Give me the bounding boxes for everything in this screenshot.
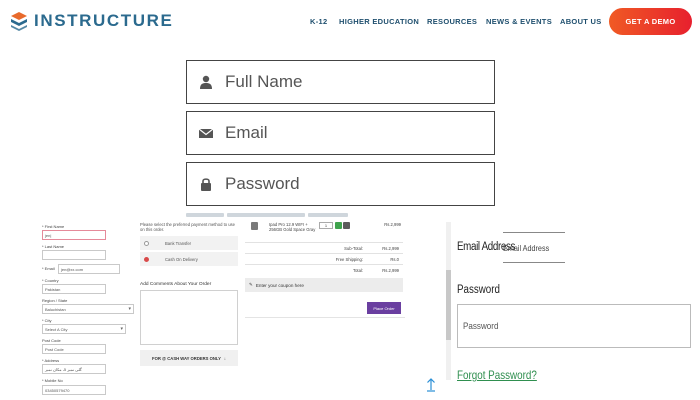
payment-option-cod[interactable]: Cash On Delivery (140, 252, 238, 266)
first-name-input[interactable]: jen| (42, 230, 106, 240)
address-input[interactable]: گلی نمبر 5، مکان نمبر (42, 364, 106, 374)
country-label: * Country (42, 278, 59, 283)
shipping-value: Rs.0 (390, 257, 399, 262)
order-summary: Ipad Pro 12.9 WIFI + 256GB Gold Space Gr… (245, 220, 407, 330)
scrollbar-thumb[interactable] (446, 270, 451, 340)
strip-segment (308, 213, 348, 217)
password-field[interactable]: Password (186, 162, 495, 206)
last-name-input[interactable] (42, 250, 106, 260)
lock-icon (187, 177, 225, 191)
region-select[interactable]: Baluchistan (42, 304, 134, 314)
shipping-label: Free Shipping: (335, 257, 363, 262)
password-placeholder: Password (225, 174, 300, 193)
post-code-input[interactable]: Post Code (42, 344, 106, 354)
email-underline (503, 262, 565, 263)
nav-higher-education[interactable]: HIGHER EDUCATION (339, 17, 419, 26)
product-price: Rs.2,999 (384, 222, 401, 227)
nav-k12[interactable]: K-12 (310, 17, 327, 26)
last-name-label: * Last Name (42, 244, 65, 249)
strip-segment (227, 213, 305, 217)
mobile-label: * Mobile No (42, 378, 63, 383)
checkout-address-form: * First Name jen| * Last Name * Email je… (40, 220, 135, 400)
summary-row-total: Total: Rs.2,999 (245, 264, 403, 275)
cod-banner: FOR @ CASH WAY ORDERS ONLY ↓ (140, 350, 238, 366)
radio-bank-transfer[interactable] (144, 240, 149, 246)
instructure-logo-icon (11, 12, 27, 31)
radio-cash-on-delivery[interactable] (144, 256, 149, 262)
quantity-input[interactable]: 1 (319, 222, 333, 229)
payment-method-panel: Please select the preferred payment meth… (137, 220, 243, 380)
email-field[interactable]: Email (186, 111, 495, 155)
product-name[interactable]: Ipad Pro 12.9 WIFI + 256GB Gold Space Gr… (269, 222, 319, 232)
address-label: * Address (42, 358, 60, 363)
comments-label: Add Comments About Your Order (140, 282, 212, 287)
summary-row-subtotal: Sub-Total: Rs.2,999 (245, 242, 403, 253)
nav-news-events[interactable]: NEWS & EVENTS (486, 17, 552, 26)
password-input-placeholder: Password (463, 320, 499, 332)
divider (503, 232, 565, 233)
payment-option-bank-transfer[interactable]: Bank Transfer (140, 236, 238, 250)
city-label: * City (42, 318, 52, 323)
mobile-input[interactable]: 03450579470 (42, 385, 106, 395)
coupon-label: Enter your coupon here (255, 282, 304, 288)
password-label: Password (457, 284, 500, 296)
get-a-demo-button[interactable]: GET A DEMO (609, 8, 692, 35)
comments-textarea[interactable] (140, 290, 238, 345)
country-select[interactable]: Pakistan (42, 284, 106, 294)
total-label: Total: (352, 268, 363, 273)
cod-label: Cash On Delivery (165, 256, 198, 262)
forgot-password-link[interactable]: Forgot Password? (457, 368, 537, 382)
envelope-icon (187, 126, 225, 140)
user-icon (187, 75, 225, 89)
summary-row-shipping: Free Shipping: Rs.0 (245, 253, 403, 264)
full-name-placeholder: Full Name (225, 72, 303, 91)
region-label: Region / State (42, 298, 68, 303)
cod-banner-text: FOR @ CASH WAY ORDERS ONLY (152, 355, 221, 361)
nav-resources[interactable]: RESOURCES (427, 17, 477, 26)
full-name-field[interactable]: Full Name (186, 60, 495, 104)
scrollbar-track[interactable] (446, 222, 451, 380)
remove-item-button[interactable] (343, 222, 350, 229)
strip-segment (186, 213, 224, 217)
site-header: INSTRUCTURE K-12 HIGHER EDUCATION RESOUR… (0, 0, 700, 44)
divider (245, 317, 405, 318)
coupon-toggle[interactable]: ✎ Enter your coupon here (245, 278, 403, 292)
payment-note: Please select the preferred payment meth… (140, 222, 235, 232)
login-form: Email Address Email Address Password Pas… (453, 222, 700, 400)
first-name-label: * First Name (42, 224, 65, 229)
up-arrow-icon[interactable] (425, 378, 437, 392)
email-placeholder: Email (225, 123, 268, 142)
city-select[interactable]: Select A City (42, 324, 126, 334)
nav-about-us[interactable]: ABOUT US (560, 17, 602, 26)
email-label: * Email (42, 266, 55, 271)
bank-transfer-label: Bank Transfer (165, 240, 192, 246)
post-code-label: Post Code (42, 338, 61, 343)
tag-icon: ✎ (249, 282, 253, 287)
down-arrow-icon: ↓ (223, 355, 226, 361)
email-address-input[interactable]: Email Address (503, 243, 549, 253)
total-value: Rs.2,999 (382, 268, 399, 273)
instructure-logo[interactable]: INSTRUCTURE (10, 11, 173, 31)
subtotal-label: Sub-Total: (344, 246, 363, 251)
update-quantity-button[interactable] (335, 222, 342, 229)
password-input[interactable]: Password (457, 304, 691, 348)
email-input[interactable]: jen@xx.com (58, 264, 120, 274)
place-order-button[interactable]: Place Order (367, 302, 401, 314)
product-thumbnail (251, 222, 258, 230)
logo-text: INSTRUCTURE (34, 11, 174, 30)
subtotal-value: Rs.2,999 (382, 246, 399, 251)
